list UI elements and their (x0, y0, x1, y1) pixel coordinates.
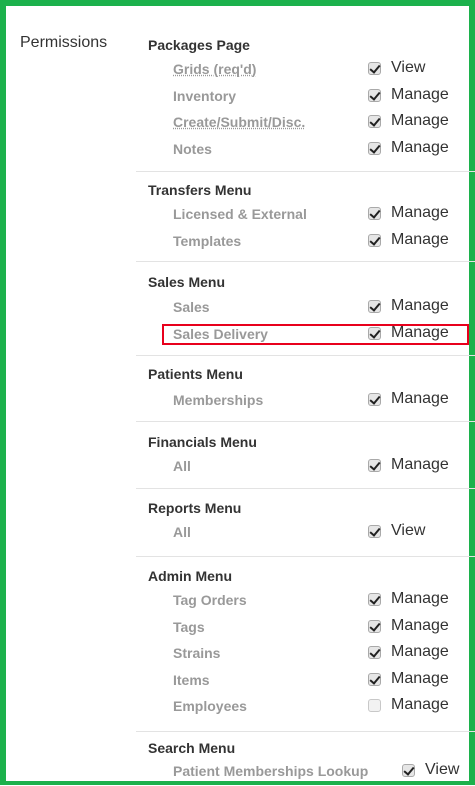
permission-checkbox[interactable] (368, 593, 381, 606)
permission-row-templates: Templates Manage (136, 231, 475, 255)
permission-checkbox[interactable] (368, 393, 381, 406)
permission-checkbox[interactable] (368, 672, 381, 686)
section-title: Sales Menu (148, 274, 226, 290)
permission-row-sales: Sales Manage (136, 297, 475, 321)
section-search-menu: Search Menu Patient Memberships Lookup Vie… (136, 731, 475, 786)
section-title: Packages Page (148, 37, 250, 53)
permission-checkbox[interactable] (402, 764, 415, 777)
permission-level-label: Manage (391, 669, 449, 687)
section-title: Search Menu (148, 740, 236, 756)
permission-row-tag-orders: Tag Orders Manage (136, 590, 475, 614)
permission-level-label: Manage (391, 390, 449, 407)
permission-row-label: All (173, 458, 191, 474)
permission-level-label: Manage (391, 204, 449, 221)
permission-level-label: View (391, 522, 426, 539)
permission-checkbox[interactable] (368, 619, 381, 633)
permission-row-label: Create/Submit/Disc. (173, 114, 306, 130)
section-packages-page: Packages Page Grids (req'd) View Inventory M… (136, 26, 475, 172)
permission-row-label: Tags (173, 618, 205, 635)
section-title: Admin Menu (148, 568, 232, 584)
permission-level-label: Manage (391, 616, 449, 634)
permission-checkbox[interactable] (368, 207, 381, 220)
highlight-box (162, 324, 469, 345)
section-patients-menu: Patients Menu Memberships Manage (136, 355, 475, 422)
permission-level-label: Manage (391, 590, 449, 607)
section-title: Transfers Menu (148, 182, 252, 198)
permission-row-label: Templates (173, 232, 242, 249)
permission-row-label: Licensed & External (173, 206, 307, 222)
permission-row-notes: Notes Manage (136, 139, 475, 163)
permission-row-grids-req-d: Grids (req'd) View (136, 59, 475, 83)
permission-checkbox[interactable] (368, 525, 381, 538)
permission-row-strains: Strains Manage (136, 643, 475, 667)
permission-row-items: Items Manage (136, 670, 475, 694)
permission-row-tags: Tags Manage (136, 617, 475, 641)
section-title: Reports Menu (148, 500, 242, 516)
permission-level-label: Manage (391, 138, 449, 156)
permission-level-label: Manage (391, 112, 449, 129)
permission-level-label: View (425, 761, 460, 778)
permission-row-inventory: Inventory Manage (136, 86, 475, 110)
permission-level-label: Manage (391, 696, 449, 713)
permission-row-employees: Employees Manage (136, 696, 475, 720)
permission-row-licensed-external: Licensed & External Manage (136, 204, 475, 228)
permission-checkbox[interactable] (368, 699, 381, 712)
permission-checkbox[interactable] (368, 459, 381, 472)
permission-row-label: Employees (173, 698, 247, 714)
permission-level-label: Manage (391, 456, 449, 473)
permission-level-label: Manage (391, 297, 449, 314)
permissions-label: Permissions (20, 34, 108, 51)
permission-row-label: Notes (173, 140, 212, 157)
permission-checkbox[interactable] (368, 88, 381, 102)
permission-checkbox[interactable] (368, 300, 381, 313)
section-transfers-menu: Transfers Menu Licensed & External Manage T… (136, 171, 475, 262)
permission-checkbox[interactable] (368, 115, 381, 128)
permission-checkbox[interactable] (368, 141, 381, 155)
permission-level-label: Manage (391, 643, 449, 660)
permission-checkbox[interactable] (368, 62, 381, 75)
permission-level-label: Manage (391, 230, 449, 248)
permission-row-label: Strains (173, 645, 221, 661)
section-admin-menu: Admin Menu Tag Orders Manage Tags Manage Stra… (136, 556, 475, 732)
permission-checkbox[interactable] (368, 646, 381, 659)
permission-level-label: View (391, 59, 426, 76)
permission-row-label: All (173, 524, 191, 540)
permission-row-all: All Manage (136, 456, 475, 480)
section-reports-menu: Reports Menu All View (136, 488, 475, 557)
section-title: Patients Menu (148, 366, 243, 382)
section-title: Financials Menu (148, 434, 257, 450)
permission-row-label: Items (173, 671, 210, 688)
permission-row-memberships: Memberships Manage (136, 390, 475, 414)
permission-row-patient-memberships-lookup: Patient Memberships Lookup View (136, 761, 475, 785)
permission-row-label: Grids (req'd) (173, 61, 257, 77)
permission-row-all: All View (136, 522, 475, 546)
permission-level-label: Manage (391, 85, 449, 103)
permission-checkbox[interactable] (368, 233, 381, 247)
permission-row-label: Tag Orders (173, 592, 247, 608)
permission-row-label: Sales (173, 299, 210, 315)
section-financials-menu: Financials Menu All Manage (136, 421, 475, 489)
permission-row-label: Patient Memberships Lookup (173, 763, 369, 779)
permission-row-label: Inventory (173, 87, 237, 104)
permission-row-create-submit-disc: Create/Submit/Disc. Manage (136, 112, 475, 136)
permissions-panel: Permissions Packages Page Grids (req'd) Vi… (0, 0, 475, 785)
permission-row-label: Memberships (173, 392, 264, 408)
